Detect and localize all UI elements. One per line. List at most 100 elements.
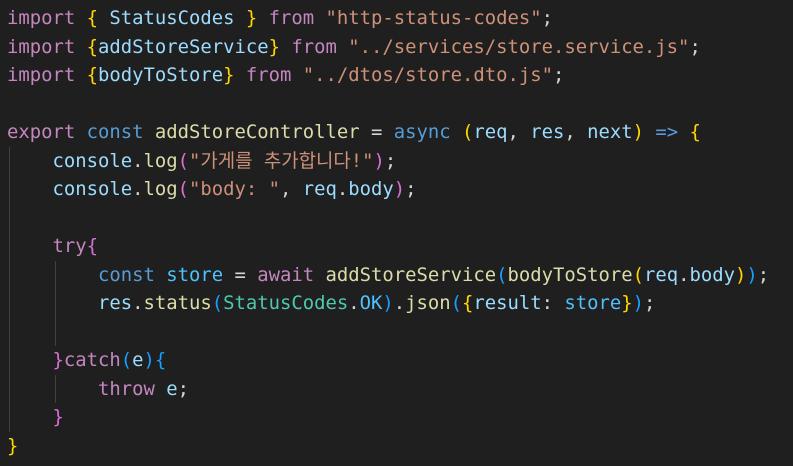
code-token: . [393, 292, 406, 314]
code-token: } [268, 35, 280, 58]
code-line[interactable]: }catch(e){ [7, 346, 769, 375]
code-token: "body: " [189, 178, 280, 200]
code-token: ( [177, 149, 189, 172]
code-line[interactable]: import {bodyToStore} from "../dtos/store… [7, 61, 769, 90]
code-line[interactable]: import {addStoreService} from "../servic… [7, 33, 769, 62]
code-token: ; [689, 35, 701, 58]
code-token: ; [541, 7, 553, 29]
code-token: => [655, 121, 679, 143]
code-line[interactable]: try{ [7, 232, 769, 261]
code-content[interactable]: import { StatusCodes } from "http-status… [7, 4, 769, 460]
code-token: { [461, 292, 474, 314]
code-token: bodyToStore [507, 263, 633, 286]
code-token: from [234, 64, 303, 86]
code-line[interactable]: const store = await addStoreService(body… [7, 261, 769, 290]
code-token: from [257, 7, 326, 29]
code-line[interactable]: } [7, 403, 769, 432]
code-token: : [541, 292, 565, 314]
code-line[interactable]: res.status(StatusCodes.OK).json({result:… [7, 289, 769, 318]
code-token: log [143, 178, 178, 200]
code-token: . [678, 263, 690, 286]
code-token: next [587, 121, 633, 143]
code-token: ) [373, 149, 385, 172]
code-token: ; [552, 64, 565, 86]
code-line[interactable]: } [7, 432, 769, 461]
code-token: async [393, 121, 451, 143]
code-token: ) [632, 292, 644, 314]
code-token: ; [643, 292, 656, 314]
code-token: . [132, 149, 144, 172]
code-token: console [52, 178, 133, 200]
code-token: addStoreController [154, 121, 360, 143]
code-token: . [132, 292, 144, 314]
code-token: } [621, 292, 633, 314]
code-token: { [86, 7, 98, 29]
code-token: ) [143, 349, 155, 371]
code-token: , [280, 178, 303, 200]
code-editor[interactable]: import { StatusCodes } from "http-status… [0, 0, 793, 466]
code-token: } [223, 64, 235, 86]
code-token: json [405, 292, 451, 314]
code-line[interactable]: console.log("가게를 추가합니다!"); [7, 147, 769, 176]
code-token: bodyToStore [98, 64, 224, 86]
code-token: import [7, 35, 76, 58]
code-token: ; [177, 377, 189, 400]
code-token: ( [461, 121, 474, 143]
code-token: import [7, 64, 76, 86]
code-line[interactable]: throw e; [7, 375, 769, 404]
code-token: ) [746, 263, 758, 286]
code-token: StatusCodes [98, 7, 246, 29]
code-line[interactable] [7, 90, 769, 119]
code-token: , [507, 121, 531, 143]
code-line[interactable] [7, 318, 769, 347]
code-line[interactable]: console.log("body: ", req.body); [7, 175, 769, 204]
code-token: "../services/store.service.js" [348, 35, 690, 58]
code-token: OK [359, 292, 383, 314]
code-token: , [564, 121, 588, 143]
code-token: req [643, 263, 679, 286]
code-token: ) [632, 121, 644, 143]
code-token: addStoreService [98, 35, 269, 58]
code-token: ( [211, 292, 224, 314]
code-line[interactable]: export const addStoreController = async … [7, 118, 769, 147]
code-token: ( [496, 263, 508, 286]
code-token: ( [120, 349, 133, 371]
code-token: catch [63, 349, 121, 371]
code-token: { [154, 349, 167, 371]
code-token: "http-status-codes" [325, 7, 542, 29]
code-token: = [223, 263, 258, 286]
code-token: store [166, 263, 224, 286]
code-line[interactable] [7, 204, 769, 233]
code-token: ) [382, 292, 394, 314]
code-token: } [7, 434, 19, 457]
code-token: try [52, 235, 87, 257]
code-token: ( [177, 178, 189, 200]
code-token: ) [734, 263, 747, 286]
code-line[interactable]: import { StatusCodes } from "http-status… [7, 4, 769, 33]
code-token: { [689, 121, 701, 143]
code-token: body [348, 178, 394, 200]
code-token: res [530, 121, 565, 143]
code-token: . [336, 178, 349, 200]
code-token: status [143, 292, 212, 314]
code-token: e [132, 349, 144, 371]
code-token: "../dtos/store.dto.js" [302, 64, 553, 86]
code-token: export [7, 121, 76, 143]
code-token: } [52, 406, 64, 428]
code-token: req [302, 178, 337, 200]
code-token: store [564, 292, 622, 314]
code-token: ( [632, 263, 644, 286]
code-token: throw [98, 377, 155, 400]
